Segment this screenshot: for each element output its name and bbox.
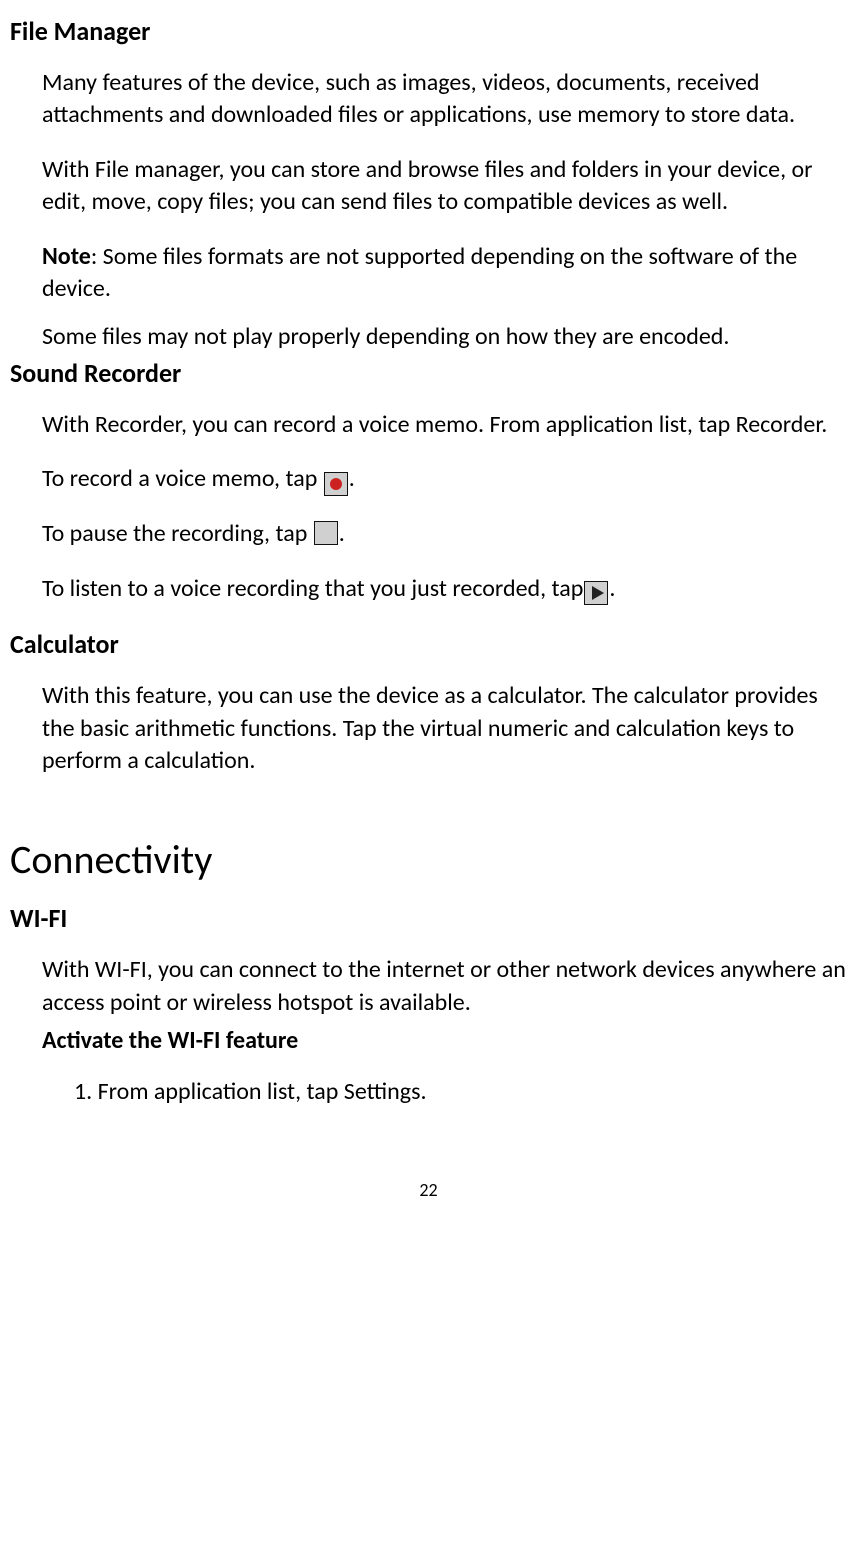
record-instruction: To record a voice memo, tap . [42, 463, 847, 496]
pause-text-post: . [339, 519, 345, 548]
calculator-paragraph: With this feature, you can use the devic… [42, 680, 847, 777]
calculator-heading: Calculator [10, 627, 847, 662]
play-text-pre: To listen to a voice recording that you … [42, 574, 583, 603]
pause-icon [314, 521, 338, 545]
wifi-activate-subheading: Activate the WI-FI feature [42, 1025, 847, 1057]
play-text-post: . [609, 574, 615, 603]
play-icon [584, 581, 608, 605]
record-text-pre: To record a voice memo, tap [42, 464, 323, 493]
recorder-intro: With Recorder, you can record a voice me… [42, 409, 847, 441]
pause-text-pre: To pause the recording, tap [42, 519, 313, 548]
file-manager-paragraph: With File manager, you can store and bro… [42, 154, 847, 219]
wifi-heading: WI-FI [10, 901, 847, 936]
file-manager-paragraph: Some files may not play properly dependi… [42, 321, 847, 353]
note-text: : Some files formats are not supported d… [42, 242, 797, 303]
note-label: Note [42, 242, 91, 271]
file-manager-note: Note: Some files formats are not support… [42, 241, 847, 306]
wifi-paragraph: With WI-FI, you can connect to the inter… [42, 954, 847, 1019]
wifi-step-1: 1. From application list, tap Settings. [74, 1076, 847, 1108]
play-instruction: To listen to a voice recording that you … [42, 573, 847, 605]
record-text-post: . [349, 464, 355, 493]
pause-instruction: To pause the recording, tap . [42, 518, 847, 550]
page-number: 22 [10, 1178, 847, 1202]
connectivity-heading: Connectivity [10, 833, 847, 887]
file-manager-heading: File Manager [10, 14, 847, 49]
record-icon [324, 472, 348, 496]
file-manager-paragraph: Many features of the device, such as ima… [42, 67, 847, 132]
sound-recorder-heading: Sound Recorder [10, 356, 847, 391]
